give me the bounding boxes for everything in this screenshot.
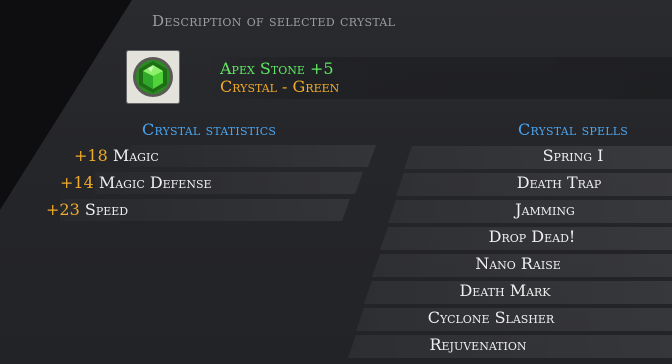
spell-item: Jamming bbox=[515, 200, 575, 219]
crystal-statistics-title: Crystal statistics bbox=[142, 120, 277, 139]
crystal-portrait bbox=[126, 50, 180, 104]
stat-label: Magic Defense bbox=[98, 173, 212, 192]
stat-row-bg bbox=[130, 145, 376, 167]
stat-row-magic-defense: +14 Magic Defense bbox=[60, 173, 212, 192]
stat-label: Speed bbox=[84, 200, 129, 219]
spell-row-bg bbox=[404, 146, 672, 169]
stat-row-speed: +23 Speed bbox=[46, 200, 128, 219]
stat-value: +18 bbox=[74, 146, 108, 165]
spell-item: Drop Dead! bbox=[488, 227, 576, 246]
spell-item: Cyclone Slasher bbox=[427, 308, 555, 327]
green-gem-icon bbox=[133, 57, 173, 97]
crystal-type: Crystal - Green bbox=[220, 77, 340, 96]
stat-row-magic: +18 Magic bbox=[74, 146, 159, 165]
stat-label: Magic bbox=[112, 146, 159, 165]
stat-value: +14 bbox=[60, 173, 94, 192]
spell-item: Death Trap bbox=[516, 173, 602, 192]
spell-item: Spring I bbox=[542, 146, 604, 165]
spell-item: Nano Raise bbox=[475, 254, 561, 273]
spell-item: Rejuvenation bbox=[429, 335, 527, 354]
stat-value: +23 bbox=[46, 200, 80, 219]
crystal-spells-title: Crystal spells bbox=[518, 120, 628, 139]
crystal-name: Apex Stone +5 bbox=[220, 59, 334, 78]
spell-item: Death Mark bbox=[459, 281, 551, 300]
panel-header: Description of selected crystal bbox=[152, 12, 396, 30]
